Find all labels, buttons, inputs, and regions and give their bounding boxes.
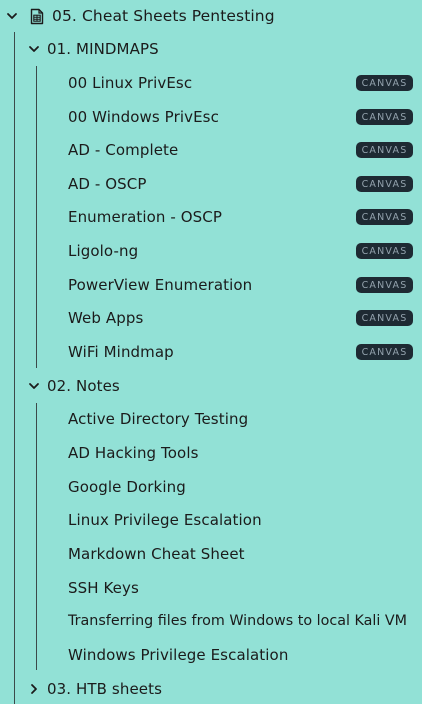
file-label: Linux Privilege Escalation [68,511,262,529]
file-label: Web Apps [68,309,144,327]
file-label: PowerView Enumeration [68,276,253,294]
file-label: 00 Linux PrivEsc [68,74,193,92]
file-item[interactable]: Linux Privilege Escalation [68,505,413,535]
file-label: SSH Keys [68,579,139,597]
folder-label: 02. Notes [47,377,120,395]
file-label: AD Hacking Tools [68,444,199,462]
file-item[interactable]: SSH Keys [68,573,413,603]
file-item[interactable]: Transferring files from Windows to local… [68,606,413,636]
canvas-badge: CANVAS [356,277,413,293]
file-item[interactable]: PowerView Enumeration CANVAS [68,270,413,300]
file-explorer-tree: 05. Cheat Sheets Pentesting 01. MINDMAPS… [0,0,422,704]
file-item[interactable]: Enumeration - OSCP CANVAS [68,202,413,232]
file-item[interactable]: Markdown Cheat Sheet [68,539,413,569]
chevron-down-icon[interactable] [26,41,42,57]
file-item[interactable]: Ligolo-ng CANVAS [68,236,413,266]
file-item[interactable]: AD Hacking Tools [68,438,413,468]
file-label: AD - Complete [68,141,179,159]
file-label: Google Dorking [68,478,186,496]
folder-mindmaps[interactable]: 01. MINDMAPS [26,34,159,64]
chevron-down-icon[interactable] [4,8,20,24]
file-label: WiFi Mindmap [68,343,174,361]
canvas-badge: CANVAS [356,109,413,125]
canvas-badge: CANVAS [356,243,413,259]
file-label: Enumeration - OSCP [68,208,223,226]
file-item[interactable]: AD - OSCP CANVAS [68,169,413,199]
file-item[interactable]: Web Apps CANVAS [68,303,413,333]
mindmaps-indent-guide [36,66,37,368]
file-item[interactable]: AD - Complete CANVAS [68,135,413,165]
folder-label: 01. MINDMAPS [47,40,159,58]
file-item[interactable]: 00 Windows PrivEsc CANVAS [68,102,413,132]
file-item[interactable]: Windows Privilege Escalation [68,640,413,670]
file-label: Windows Privilege Escalation [68,646,289,664]
chevron-down-icon[interactable] [26,378,42,394]
folder-cheat-sheets-pentesting[interactable]: 05. Cheat Sheets Pentesting [4,1,275,31]
root-indent-guide [14,32,15,704]
canvas-badge: CANVAS [356,344,413,360]
file-item[interactable]: 00 Linux PrivEsc CANVAS [68,68,413,98]
folder-htb-sheets[interactable]: 03. HTB sheets [26,674,162,704]
file-label: Active Directory Testing [68,410,249,428]
folder-notes[interactable]: 02. Notes [26,371,120,401]
canvas-badge: CANVAS [356,142,413,158]
file-label: Transferring files from Windows to local… [68,613,407,629]
file-item[interactable]: Active Directory Testing [68,404,413,434]
file-item[interactable]: WiFi Mindmap CANVAS [68,337,413,367]
file-item[interactable]: Google Dorking [68,472,413,502]
file-label: Markdown Cheat Sheet [68,545,245,563]
file-label: 00 Windows PrivEsc [68,108,219,126]
canvas-badge: CANVAS [356,310,413,326]
canvas-badge: CANVAS [356,75,413,91]
folder-label: 03. HTB sheets [47,680,162,698]
notes-indent-guide [36,403,37,670]
file-label: AD - OSCP [68,175,147,193]
file-label: Ligolo-ng [68,242,139,260]
chevron-right-icon[interactable] [26,681,42,697]
folder-label: 05. Cheat Sheets Pentesting [52,7,275,25]
spreadsheet-file-icon [30,8,44,25]
canvas-badge: CANVAS [356,176,413,192]
canvas-badge: CANVAS [356,209,413,225]
